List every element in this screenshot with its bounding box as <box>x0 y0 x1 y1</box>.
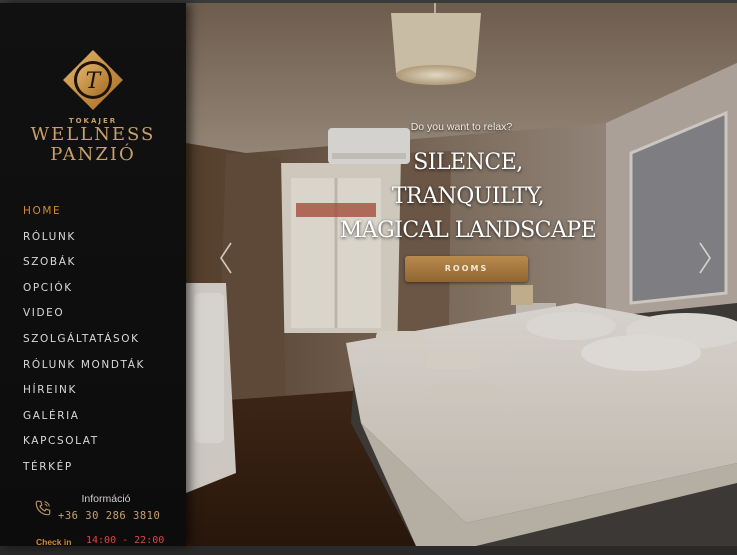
phone-icon[interactable] <box>34 499 52 517</box>
sidebar: T TOKAJER WELLNESS PANZIÓ HOME RÓLUNK SZ… <box>0 3 186 546</box>
nav-item-galeria[interactable]: GALÉRIA <box>23 406 145 432</box>
hero-slider: Do you want to relax? SILENCE, TRANQUILT… <box>186 3 737 546</box>
main-nav: HOME RÓLUNK SZOBÁK OPCIÓK VIDEO SZOLGÁLT… <box>23 201 145 483</box>
chevron-left-icon[interactable] <box>218 241 234 275</box>
nav-item-home[interactable]: HOME <box>23 201 145 227</box>
hero-title-line-2: TRANQUILTY, <box>391 184 545 209</box>
hero-title: SILENCE, TRANQUILTY, MAGICAL LANDSCAPE <box>186 146 737 248</box>
bottom-bar <box>0 546 737 555</box>
tokajer-logo-icon: T <box>63 50 123 110</box>
checkin-label: Check in <box>36 537 72 547</box>
chevron-right-icon[interactable] <box>697 241 713 275</box>
phone-number[interactable]: +36 30 286 3810 <box>58 510 160 522</box>
logo[interactable]: T TOKAJER WELLNESS PANZIÓ <box>0 48 186 165</box>
hero-subtitle: Do you want to relax? <box>410 121 513 133</box>
nav-item-rolunk-mondtak[interactable]: RÓLUNK MONDTÁK <box>23 355 145 381</box>
nav-item-rolunk[interactable]: RÓLUNK <box>23 227 145 253</box>
info-title: Információ <box>81 493 131 505</box>
nav-item-opciok[interactable]: OPCIÓK <box>23 278 145 304</box>
hero-title-line-3: MAGICAL LANDSCAPE <box>339 218 597 243</box>
hero-title-line-1: SILENCE, <box>413 150 523 175</box>
nav-item-kapcsolat[interactable]: KAPCSOLAT <box>23 431 145 457</box>
nav-item-video[interactable]: VIDEO <box>23 303 145 329</box>
checkin-time: 14:00 - 22:00 <box>86 535 165 546</box>
brand-name-line2: PANZIÓ <box>50 144 136 165</box>
svg-text:T: T <box>86 69 103 94</box>
nav-item-hireink[interactable]: HÍREINK <box>23 380 145 406</box>
rooms-button[interactable]: ROOMS <box>405 256 528 282</box>
brand-name-line1: WELLNESS <box>30 124 156 145</box>
nav-item-szobak[interactable]: SZOBÁK <box>23 252 145 278</box>
nav-item-terkep[interactable]: TÉRKÉP <box>23 457 145 483</box>
nav-item-szolgaltatasok[interactable]: SZOLGÁLTATÁSOK <box>23 329 145 355</box>
